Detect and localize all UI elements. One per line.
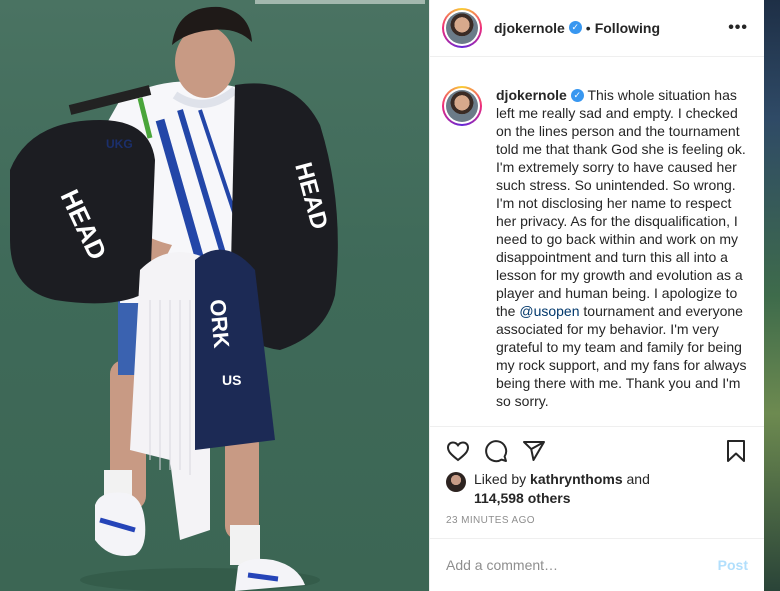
towel-text-bottom: US	[222, 372, 241, 388]
liker-avatar[interactable]	[446, 472, 466, 492]
verified-badge-icon: ✓	[568, 20, 582, 34]
heart-icon[interactable]	[446, 439, 470, 463]
post-image[interactable]: HEAD HEAD UKG ORK US	[0, 0, 429, 591]
action-bar	[430, 426, 764, 474]
caption-avatar[interactable]	[442, 86, 482, 126]
caption-text: djokernole ✓ This whole situation has lef…	[496, 86, 748, 426]
author-username[interactable]: djokernole	[494, 20, 565, 36]
share-icon[interactable]	[522, 439, 546, 463]
comment-icon[interactable]	[484, 439, 508, 463]
caption-area: djokernole ✓ This whole situation has lef…	[430, 58, 764, 426]
likes-text: Liked by kathrynthoms and 114,598 others	[474, 470, 650, 508]
likes-prefix: Liked by	[474, 471, 527, 487]
following-button[interactable]: Following	[595, 20, 660, 36]
verified-badge-icon: ✓	[570, 88, 584, 102]
liker-username[interactable]: kathrynthoms	[530, 471, 623, 487]
header-separator: •	[585, 20, 591, 36]
post-panel: djokernole ✓ • Following ••• djokernole ✓…	[429, 0, 764, 591]
avatar-image	[446, 90, 478, 122]
likes-connector: and	[626, 471, 650, 487]
comment-bar: Post	[430, 538, 764, 591]
avatar-inner	[444, 10, 480, 46]
post-header: djokernole ✓ • Following •••	[430, 0, 764, 57]
likes-others-link[interactable]: 114,598 others	[474, 490, 571, 506]
avatar-image	[446, 12, 478, 44]
more-options-icon[interactable]: •••	[728, 19, 748, 37]
likes-summary: Liked by kathrynthoms and 114,598 others	[446, 470, 756, 508]
avatar-inner	[444, 88, 480, 124]
shirt-sponsor-logo: UKG	[106, 137, 133, 151]
author-avatar[interactable]	[442, 8, 482, 48]
caption-body: This whole situation has left me really …	[496, 87, 746, 319]
background-strip	[763, 0, 780, 591]
caption-username[interactable]: djokernole	[496, 87, 567, 103]
caption-mention[interactable]: @usopen	[519, 303, 579, 319]
player-illustration: HEAD HEAD UKG ORK US	[10, 6, 338, 591]
post-timestamp[interactable]: 23 MINUTES AGO	[446, 515, 535, 526]
post-comment-button[interactable]: Post	[718, 557, 748, 573]
bookmark-icon[interactable]	[724, 439, 748, 463]
towel-text-top: ORK	[205, 298, 234, 349]
comment-input[interactable]	[446, 557, 718, 573]
